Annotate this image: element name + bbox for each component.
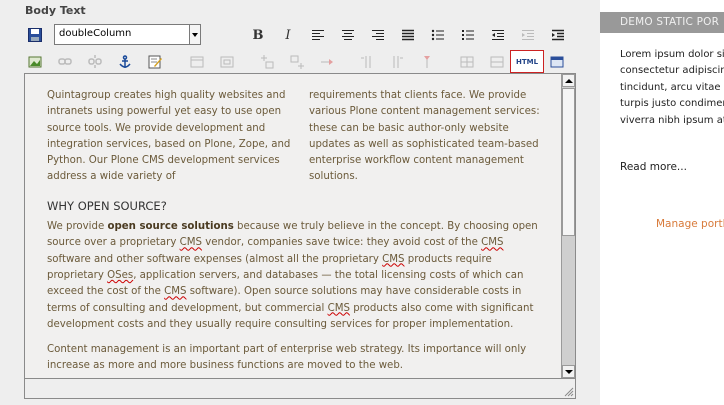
portlet-line: viverra nibh ipsum at <box>620 114 724 126</box>
col-after-icon[interactable] <box>387 52 407 72</box>
content-column-2: requirements that clients face. We provi… <box>309 90 540 183</box>
chevron-down-icon[interactable] <box>189 25 200 44</box>
row-before-icon[interactable] <box>257 52 277 72</box>
save-icon[interactable] <box>25 25 45 45</box>
read-more-link[interactable]: Read more... <box>620 161 687 173</box>
editor-content: Quintagroup creates high quality website… <box>47 88 545 378</box>
portlet-line: Lorem ipsum dolor sit <box>620 49 724 60</box>
field-label: Body Text <box>25 4 86 17</box>
html-source-icon: HTML <box>515 57 539 66</box>
portlet-line: consectetur adipiscing <box>620 65 724 77</box>
italic-icon: I <box>285 27 291 43</box>
anchor-icon[interactable] <box>115 52 135 72</box>
cell-props-icon[interactable] <box>217 52 237 72</box>
delete-row-icon[interactable] <box>317 52 337 72</box>
row-after-icon[interactable] <box>287 52 307 72</box>
insert-image-icon[interactable] <box>25 52 45 72</box>
editor-panel: Body Text doubleColumn B I HTML Quintagr… <box>0 0 600 405</box>
vertical-scrollbar[interactable] <box>561 74 575 378</box>
bullet-list-icon[interactable] <box>428 25 448 45</box>
indent-icon[interactable] <box>518 25 538 45</box>
html-source-button[interactable]: HTML <box>510 50 544 73</box>
editor-statusbar <box>24 379 576 399</box>
fullscreen-icon[interactable] <box>547 52 567 72</box>
section-heading: WHY OPEN SOURCE? <box>47 198 167 213</box>
numbered-list-icon[interactable] <box>458 25 478 45</box>
table-props-icon[interactable] <box>187 52 207 72</box>
bold-button[interactable]: B <box>248 25 268 45</box>
resize-grip-icon[interactable] <box>564 387 574 397</box>
scroll-up-icon[interactable] <box>562 74 575 87</box>
align-justify-icon[interactable] <box>398 25 418 45</box>
scroll-thumb[interactable] <box>562 88 575 236</box>
portlet-line: tincidunt, arcu vitae la <box>620 81 724 93</box>
portlet-line: turpis justo condiment <box>620 98 724 110</box>
style-select[interactable]: doubleColumn <box>54 24 201 45</box>
rich-text-editor[interactable]: Quintagroup creates high quality website… <box>24 73 576 379</box>
merge-cells-icon[interactable] <box>457 52 477 72</box>
align-left-icon[interactable] <box>308 25 328 45</box>
edit-page-icon[interactable] <box>145 52 165 72</box>
align-center-icon[interactable] <box>338 25 358 45</box>
style-select-value: doubleColumn <box>59 28 132 39</box>
delete-col-icon[interactable] <box>417 52 437 72</box>
align-right-icon[interactable] <box>368 25 388 45</box>
insert-link-icon[interactable] <box>55 52 75 72</box>
outdent-icon[interactable] <box>488 25 508 45</box>
content-column-1: Quintagroup creates high quality website… <box>47 90 291 183</box>
portlet-title: DEMO STATIC POR <box>600 12 724 33</box>
scroll-down-icon[interactable] <box>562 365 575 378</box>
split-cells-icon[interactable] <box>487 52 507 72</box>
paragraph: We provide open source solutions because… <box>47 221 538 330</box>
col-before-icon[interactable] <box>357 52 377 72</box>
unlink-icon[interactable] <box>85 52 105 72</box>
italic-button[interactable]: I <box>278 25 298 45</box>
paragraph: Content management is an important part … <box>47 344 527 372</box>
portlet-body: Lorem ipsum dolor sit consectetur adipis… <box>620 47 724 129</box>
manage-portlets-link[interactable]: Manage portle <box>656 218 724 230</box>
bold-icon: B <box>252 27 264 43</box>
indent-more-icon[interactable] <box>548 25 568 45</box>
